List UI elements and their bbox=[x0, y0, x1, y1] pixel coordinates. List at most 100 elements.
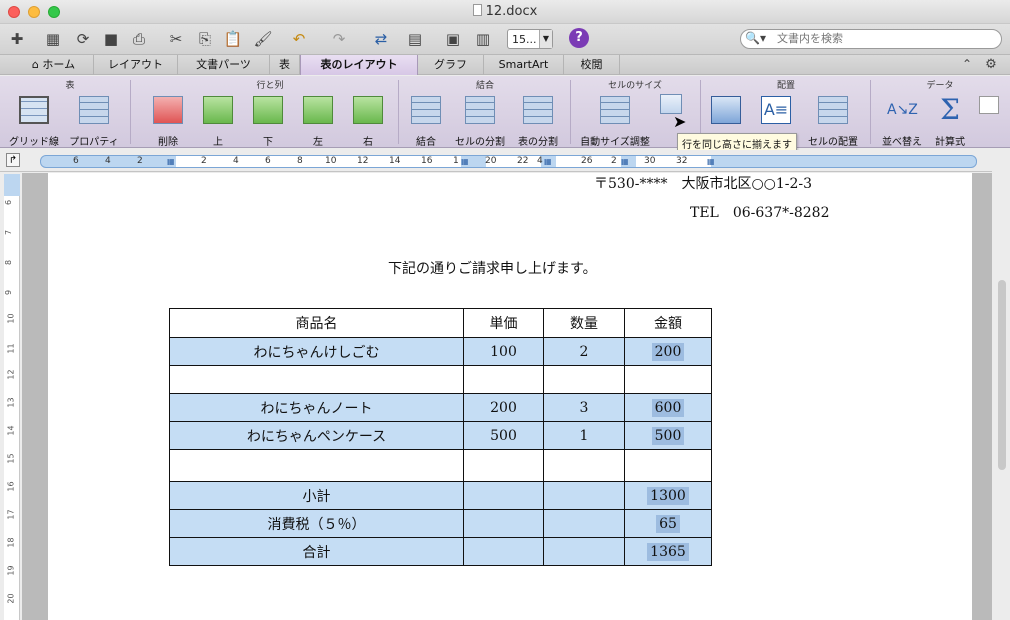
document-page[interactable]: 〒530-**** 大阪市北区○○1-2-3 TEL 06-637*-8282 … bbox=[48, 173, 972, 620]
ruler-number: 20 bbox=[6, 593, 16, 604]
invoice-table[interactable]: 商品名 単価 数量 金額 わにちゃんけしごむ 100 2 200 わにちゃんノー… bbox=[169, 308, 712, 566]
insert-left-label: 左 bbox=[313, 137, 323, 148]
column-marker[interactable]: ▦ bbox=[461, 157, 469, 167]
format-painter-icon[interactable]: 🖌 bbox=[252, 28, 274, 50]
tab-stop-selector-icon[interactable]: ↱ bbox=[6, 153, 20, 167]
cell-amount[interactable]: 1365 bbox=[624, 537, 712, 566]
header-amount[interactable]: 金額 bbox=[624, 308, 712, 338]
cell-product[interactable]: 小計 bbox=[169, 481, 464, 510]
column-marker[interactable]: ▦ bbox=[621, 157, 629, 167]
tab-table[interactable]: 表 bbox=[270, 55, 300, 75]
cell-product[interactable] bbox=[169, 365, 464, 394]
distribute-rows-button[interactable] bbox=[656, 90, 686, 114]
insert-left-button[interactable]: 左 bbox=[298, 92, 338, 148]
new-document-icon[interactable]: ✚ bbox=[6, 28, 28, 50]
header-unit-price[interactable]: 単価 bbox=[463, 308, 544, 338]
templates-icon[interactable]: ▦ bbox=[42, 28, 64, 50]
cell-amount[interactable]: 200 bbox=[624, 337, 712, 366]
swap-icon[interactable]: ⇄ bbox=[370, 28, 392, 50]
tab-home[interactable]: ⌂ ホーム bbox=[14, 55, 94, 75]
cell-amount[interactable]: 600 bbox=[624, 393, 712, 422]
media-browser-icon[interactable]: ▥ bbox=[472, 28, 494, 50]
vertical-scrollbar[interactable] bbox=[998, 280, 1006, 470]
cell-qty[interactable]: 2 bbox=[543, 337, 625, 366]
undo-icon[interactable]: ↶ bbox=[288, 28, 310, 50]
tab-charts[interactable]: グラフ bbox=[418, 55, 484, 75]
cell-price[interactable]: 500 bbox=[463, 421, 544, 450]
cell-amount[interactable]: 65 bbox=[624, 509, 712, 538]
autofit-button[interactable]: 自動サイズ調整 bbox=[578, 92, 652, 148]
cell-price[interactable] bbox=[463, 449, 544, 482]
cell-price[interactable] bbox=[463, 537, 544, 566]
view-layout-icon[interactable]: ▤ bbox=[404, 28, 426, 50]
gear-icon[interactable]: ⚙ bbox=[980, 53, 1002, 75]
column-marker[interactable]: ▦ bbox=[167, 157, 175, 167]
properties-button[interactable]: プロパティ bbox=[64, 92, 124, 148]
column-marker[interactable]: ▦ bbox=[707, 157, 715, 167]
cell-product[interactable]: わにちゃんノート bbox=[169, 393, 464, 422]
cell-amount[interactable] bbox=[624, 449, 712, 482]
margins-button[interactable]: A≡ bbox=[756, 92, 796, 124]
copy-icon[interactable]: ⎘ bbox=[194, 28, 216, 50]
search-field[interactable]: 🔍▾ bbox=[740, 29, 1002, 49]
split-table-button[interactable]: 表の分割 bbox=[512, 92, 564, 148]
cell-qty[interactable] bbox=[543, 449, 625, 482]
cell-product[interactable]: 合計 bbox=[169, 537, 464, 566]
tab-layout[interactable]: レイアウト bbox=[94, 55, 178, 75]
cell-amount[interactable] bbox=[624, 365, 712, 394]
header-product[interactable]: 商品名 bbox=[169, 308, 464, 338]
gridlines-button[interactable]: グリッド線 bbox=[6, 92, 62, 148]
formula-button[interactable]: Σ 計算式 bbox=[928, 92, 972, 149]
cell-text: 3 bbox=[579, 399, 589, 416]
cell-qty[interactable]: 3 bbox=[543, 393, 625, 422]
cell-product[interactable]: 消費税（５％） bbox=[169, 509, 464, 538]
tab-smartart[interactable]: SmartArt bbox=[484, 55, 564, 75]
header-quantity[interactable]: 数量 bbox=[543, 308, 625, 338]
cell-product[interactable] bbox=[169, 449, 464, 482]
cell-qty[interactable] bbox=[543, 537, 625, 566]
cell-text: 1365 bbox=[647, 542, 689, 561]
cell-amount[interactable]: 500 bbox=[624, 421, 712, 450]
cell-qty[interactable]: 1 bbox=[543, 421, 625, 450]
vertical-ruler[interactable]: 6 7 8 9 10 11 12 13 14 15 16 17 18 19 20 bbox=[4, 174, 20, 620]
zoom-select[interactable]: 15... ▼ bbox=[507, 29, 553, 49]
print-icon[interactable]: ⎙ bbox=[128, 28, 150, 50]
cell-qty[interactable] bbox=[543, 365, 625, 394]
column-marker[interactable]: ▦ bbox=[544, 157, 552, 167]
merge-cells-button[interactable]: 結合 bbox=[406, 92, 446, 148]
cell-qty[interactable] bbox=[543, 481, 625, 510]
cell-price[interactable] bbox=[463, 509, 544, 538]
text-direction-button[interactable] bbox=[706, 92, 746, 124]
split-cells-button[interactable]: セルの分割 bbox=[452, 92, 508, 148]
search-input[interactable] bbox=[777, 32, 997, 45]
tab-review[interactable]: 校閲 bbox=[564, 55, 620, 75]
convert-button[interactable] bbox=[976, 92, 1002, 114]
cell-price[interactable] bbox=[463, 481, 544, 510]
cell-amount[interactable]: 1300 bbox=[624, 481, 712, 510]
sidebar-icon[interactable]: ▣ bbox=[442, 28, 464, 50]
paste-icon[interactable]: 📋 bbox=[222, 28, 244, 50]
redo-icon[interactable]: ↷ bbox=[328, 28, 350, 50]
insert-below-button[interactable]: 下 bbox=[248, 92, 288, 148]
cell-price[interactable]: 200 bbox=[463, 393, 544, 422]
help-icon[interactable]: ? bbox=[569, 28, 589, 48]
insert-right-button[interactable]: 右 bbox=[348, 92, 388, 148]
cell-alignment-button[interactable]: セルの配置 bbox=[800, 92, 866, 148]
insert-above-button[interactable]: 上 bbox=[198, 92, 238, 148]
save-icon[interactable]: ■ bbox=[100, 28, 122, 50]
cut-icon[interactable]: ✂ bbox=[165, 28, 187, 50]
cell-price[interactable]: 100 bbox=[463, 337, 544, 366]
cell-price[interactable] bbox=[463, 365, 544, 394]
tab-document-elements[interactable]: 文書パーツ bbox=[178, 55, 270, 75]
open-icon[interactable]: ⟳ bbox=[72, 28, 94, 50]
sort-button[interactable]: A↘Z 並べ替え bbox=[876, 92, 928, 148]
group-divider bbox=[570, 80, 571, 144]
cell-product[interactable]: わにちゃんけしごむ bbox=[169, 337, 464, 366]
cell-product[interactable]: わにちゃんペンケース bbox=[169, 421, 464, 450]
horizontal-ruler[interactable]: 6 4 2 ▦ 2 4 6 8 10 12 14 16 1 ▦ 20 22 4 … bbox=[40, 155, 977, 168]
delete-button[interactable]: 削除 bbox=[140, 92, 196, 148]
sum-icon: Σ bbox=[940, 93, 960, 126]
cell-qty[interactable] bbox=[543, 509, 625, 538]
tab-table-layout[interactable]: 表のレイアウト bbox=[300, 55, 418, 75]
collapse-ribbon-icon[interactable]: ⌃ bbox=[956, 53, 978, 75]
